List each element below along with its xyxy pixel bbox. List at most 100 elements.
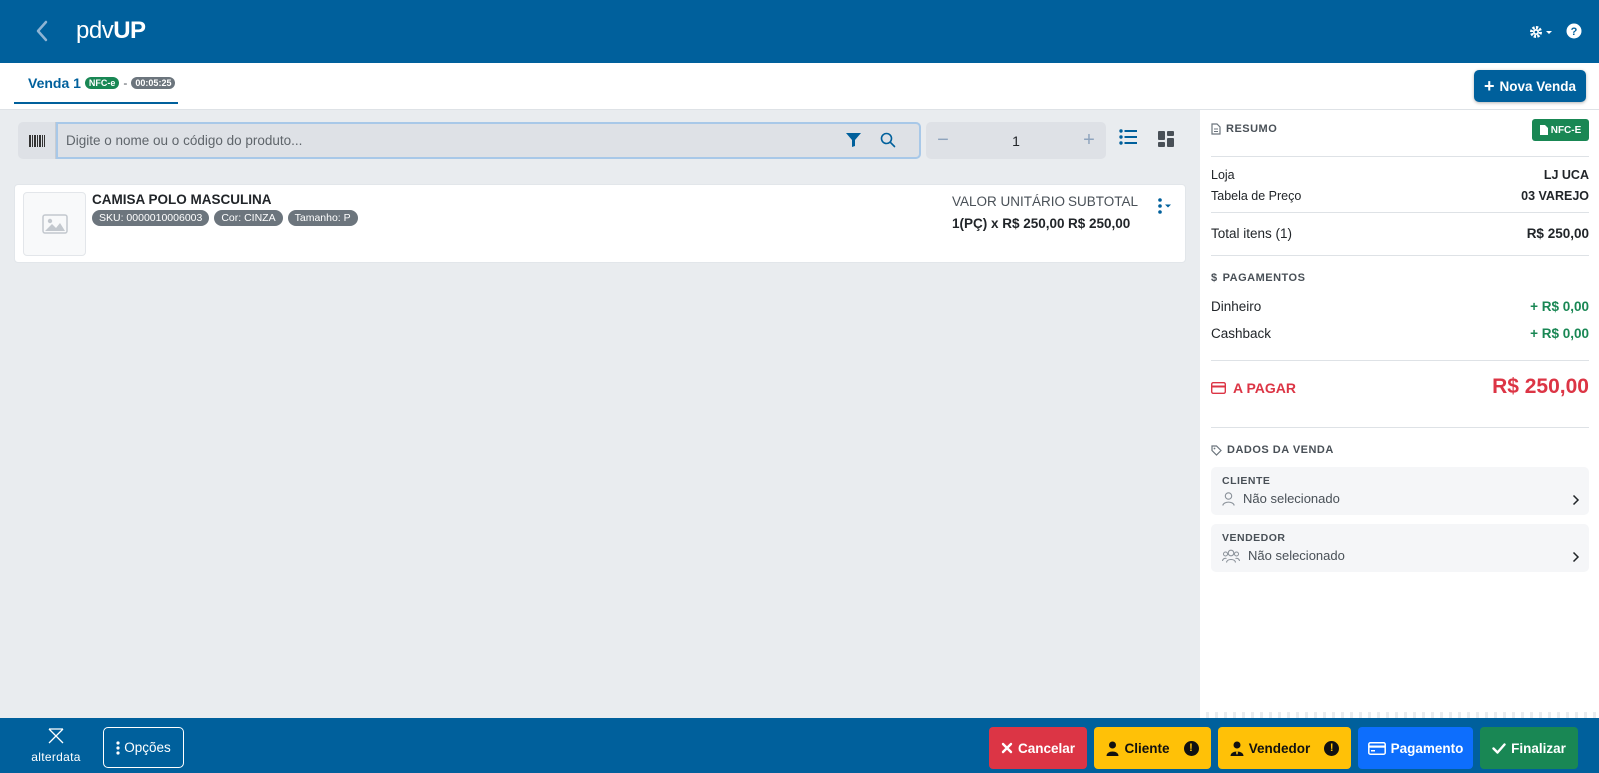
alterdata-wordmark: alterdata xyxy=(31,750,81,764)
summary-panel: RESUMO NFC-E Loja LJ UCA Tabela de Preço… xyxy=(1200,110,1599,718)
total-items-value: R$ 250,00 xyxy=(1526,226,1589,241)
product-sku-tag: SKU: 0000010006003 xyxy=(92,210,210,226)
cancel-button[interactable]: Cancelar xyxy=(989,727,1087,769)
sale-data-title: DADOS DA VENDA xyxy=(1211,444,1334,456)
product-search-input[interactable] xyxy=(56,122,921,159)
customer-value-text: Não selecionado xyxy=(1243,491,1340,506)
product-search-bar xyxy=(18,122,921,159)
unit-value-header: VALOR UNITÁRIO xyxy=(952,194,1066,209)
payment-row: Cashback + R$ 0,00 xyxy=(1211,326,1589,341)
payment-button[interactable]: Pagamento xyxy=(1358,727,1473,769)
price-table-row: Tabela de Preço 03 VAREJO xyxy=(1211,189,1589,203)
seller-label: VENDEDOR xyxy=(1222,532,1286,544)
amount-due-value: R$ 250,00 xyxy=(1492,375,1589,398)
nfce-button[interactable]: NFC-E xyxy=(1532,119,1589,141)
divider xyxy=(1211,427,1589,428)
new-sale-button[interactable]: + Nova Venda xyxy=(1474,70,1586,102)
dollar-icon: $ xyxy=(1211,272,1218,284)
alterdata-logo: alterdata xyxy=(24,728,88,766)
customer-value: Não selecionado xyxy=(1222,491,1340,506)
product-color-tag: Cor: CINZA xyxy=(214,210,283,226)
seller-value: Não selecionado xyxy=(1222,548,1345,563)
list-view-icon[interactable] xyxy=(1119,129,1137,150)
payment-row: Dinheiro + R$ 0,00 xyxy=(1211,299,1589,314)
total-items-row: Total itens (1) R$ 250,00 xyxy=(1211,226,1589,241)
tab-title: Venda 1 xyxy=(28,74,81,91)
svg-text:?: ? xyxy=(1571,26,1578,38)
product-size-tag: Tamanho: P xyxy=(287,210,358,226)
back-icon[interactable] xyxy=(30,16,56,46)
tag-icon xyxy=(1211,444,1222,456)
finish-button[interactable]: Finalizar xyxy=(1480,727,1578,769)
options-label: Opções xyxy=(124,740,171,755)
seller-value-text: Não selecionado xyxy=(1248,548,1345,563)
price-table-value: 03 VAREJO xyxy=(1521,189,1589,203)
cart-item[interactable]: CAMISA POLO MASCULINA SKU: 0000010006003… xyxy=(14,184,1186,263)
quantity-increase-button[interactable]: + xyxy=(1072,129,1106,152)
divider xyxy=(1211,255,1589,256)
store-value: LJ UCA xyxy=(1543,168,1589,182)
grid-view-icon[interactable] xyxy=(1158,131,1174,152)
seller-selector[interactable]: VENDEDOR Não selecionado xyxy=(1211,524,1589,572)
total-items-label: Total itens (1) xyxy=(1211,226,1293,241)
product-name: CAMISA POLO MASCULINA xyxy=(92,192,272,207)
amount-due-label: A PAGAR xyxy=(1211,380,1296,396)
chevron-right-icon xyxy=(1572,550,1580,568)
app-logo: pdvUP xyxy=(76,17,146,45)
divider xyxy=(1211,156,1589,157)
quantity-stepper: − 1 + xyxy=(926,122,1106,159)
tab-nfce-badge: NFC-e xyxy=(84,76,120,89)
sales-tab-strip: Venda 1 NFC-e - 00:05:25 + Nova Venda xyxy=(0,63,1599,110)
customer-button-label: Cliente xyxy=(1124,740,1170,756)
help-icon[interactable]: ? xyxy=(1566,23,1582,39)
payments-title: $ PAGAMENTOS xyxy=(1211,272,1305,284)
quantity-value[interactable]: 1 xyxy=(960,133,1072,149)
search-icon[interactable] xyxy=(880,132,896,153)
seller-button[interactable]: Vendedor ! xyxy=(1218,727,1351,769)
payment-button-label: Pagamento xyxy=(1390,740,1464,756)
file-icon xyxy=(1539,125,1548,135)
quantity-decrease-button[interactable]: − xyxy=(926,129,960,152)
logo-text-up: UP xyxy=(113,17,146,44)
warning-icon: ! xyxy=(1183,740,1199,756)
unit-value: 1(PÇ) x R$ 250,00 xyxy=(952,216,1065,231)
logo-text-pdv: pdv xyxy=(76,17,114,44)
product-tags: SKU: 0000010006003 Cor: CINZA Tamanho: P xyxy=(92,210,358,226)
cancel-label: Cancelar xyxy=(1017,740,1076,756)
item-options-kebab-icon[interactable] xyxy=(1155,197,1173,220)
summary-title: RESUMO xyxy=(1211,123,1277,135)
tab-venda-1[interactable]: Venda 1 NFC-e - 00:05:25 xyxy=(14,63,178,104)
store-label: Loja xyxy=(1211,168,1235,182)
credit-card-icon xyxy=(1367,741,1386,755)
kebab-icon xyxy=(116,740,120,755)
seller-person-icon xyxy=(1230,741,1244,756)
sale-data-title-text: DADOS DA VENDA xyxy=(1227,444,1334,456)
barcode-icon[interactable] xyxy=(18,122,56,159)
check-icon xyxy=(1492,742,1506,754)
tab-separator: - xyxy=(123,75,128,90)
payments-title-text: PAGAMENTOS xyxy=(1222,272,1306,284)
alterdata-logo-icon xyxy=(48,728,64,744)
options-button[interactable]: Opções xyxy=(103,727,184,768)
seller-button-label: Vendedor xyxy=(1248,740,1311,756)
new-sale-label: Nova Venda xyxy=(1499,78,1577,94)
product-image-placeholder-icon xyxy=(23,192,86,256)
finish-button-label: Finalizar xyxy=(1511,740,1566,756)
store-row: Loja LJ UCA xyxy=(1211,168,1589,182)
nfce-button-label: NFC-E xyxy=(1550,124,1582,136)
customer-selector[interactable]: CLIENTE Não selecionado xyxy=(1211,467,1589,515)
top-bar: pdvUP ? xyxy=(0,0,1599,63)
customer-label: CLIENTE xyxy=(1222,475,1271,487)
users-icon xyxy=(1222,549,1240,563)
divider xyxy=(1211,360,1589,361)
credit-card-icon xyxy=(1211,382,1226,394)
user-icon xyxy=(1222,491,1235,506)
payment-label: Cashback xyxy=(1211,326,1272,341)
subtotal-header: SUBTOTAL xyxy=(1068,194,1139,209)
settings-gear-icon[interactable] xyxy=(1527,21,1555,43)
customer-button[interactable]: Cliente ! xyxy=(1094,727,1211,769)
amount-due-text: A PAGAR xyxy=(1233,380,1296,396)
price-table-label: Tabela de Preço xyxy=(1211,189,1302,203)
filter-icon[interactable] xyxy=(846,133,861,152)
close-icon xyxy=(1001,742,1013,754)
